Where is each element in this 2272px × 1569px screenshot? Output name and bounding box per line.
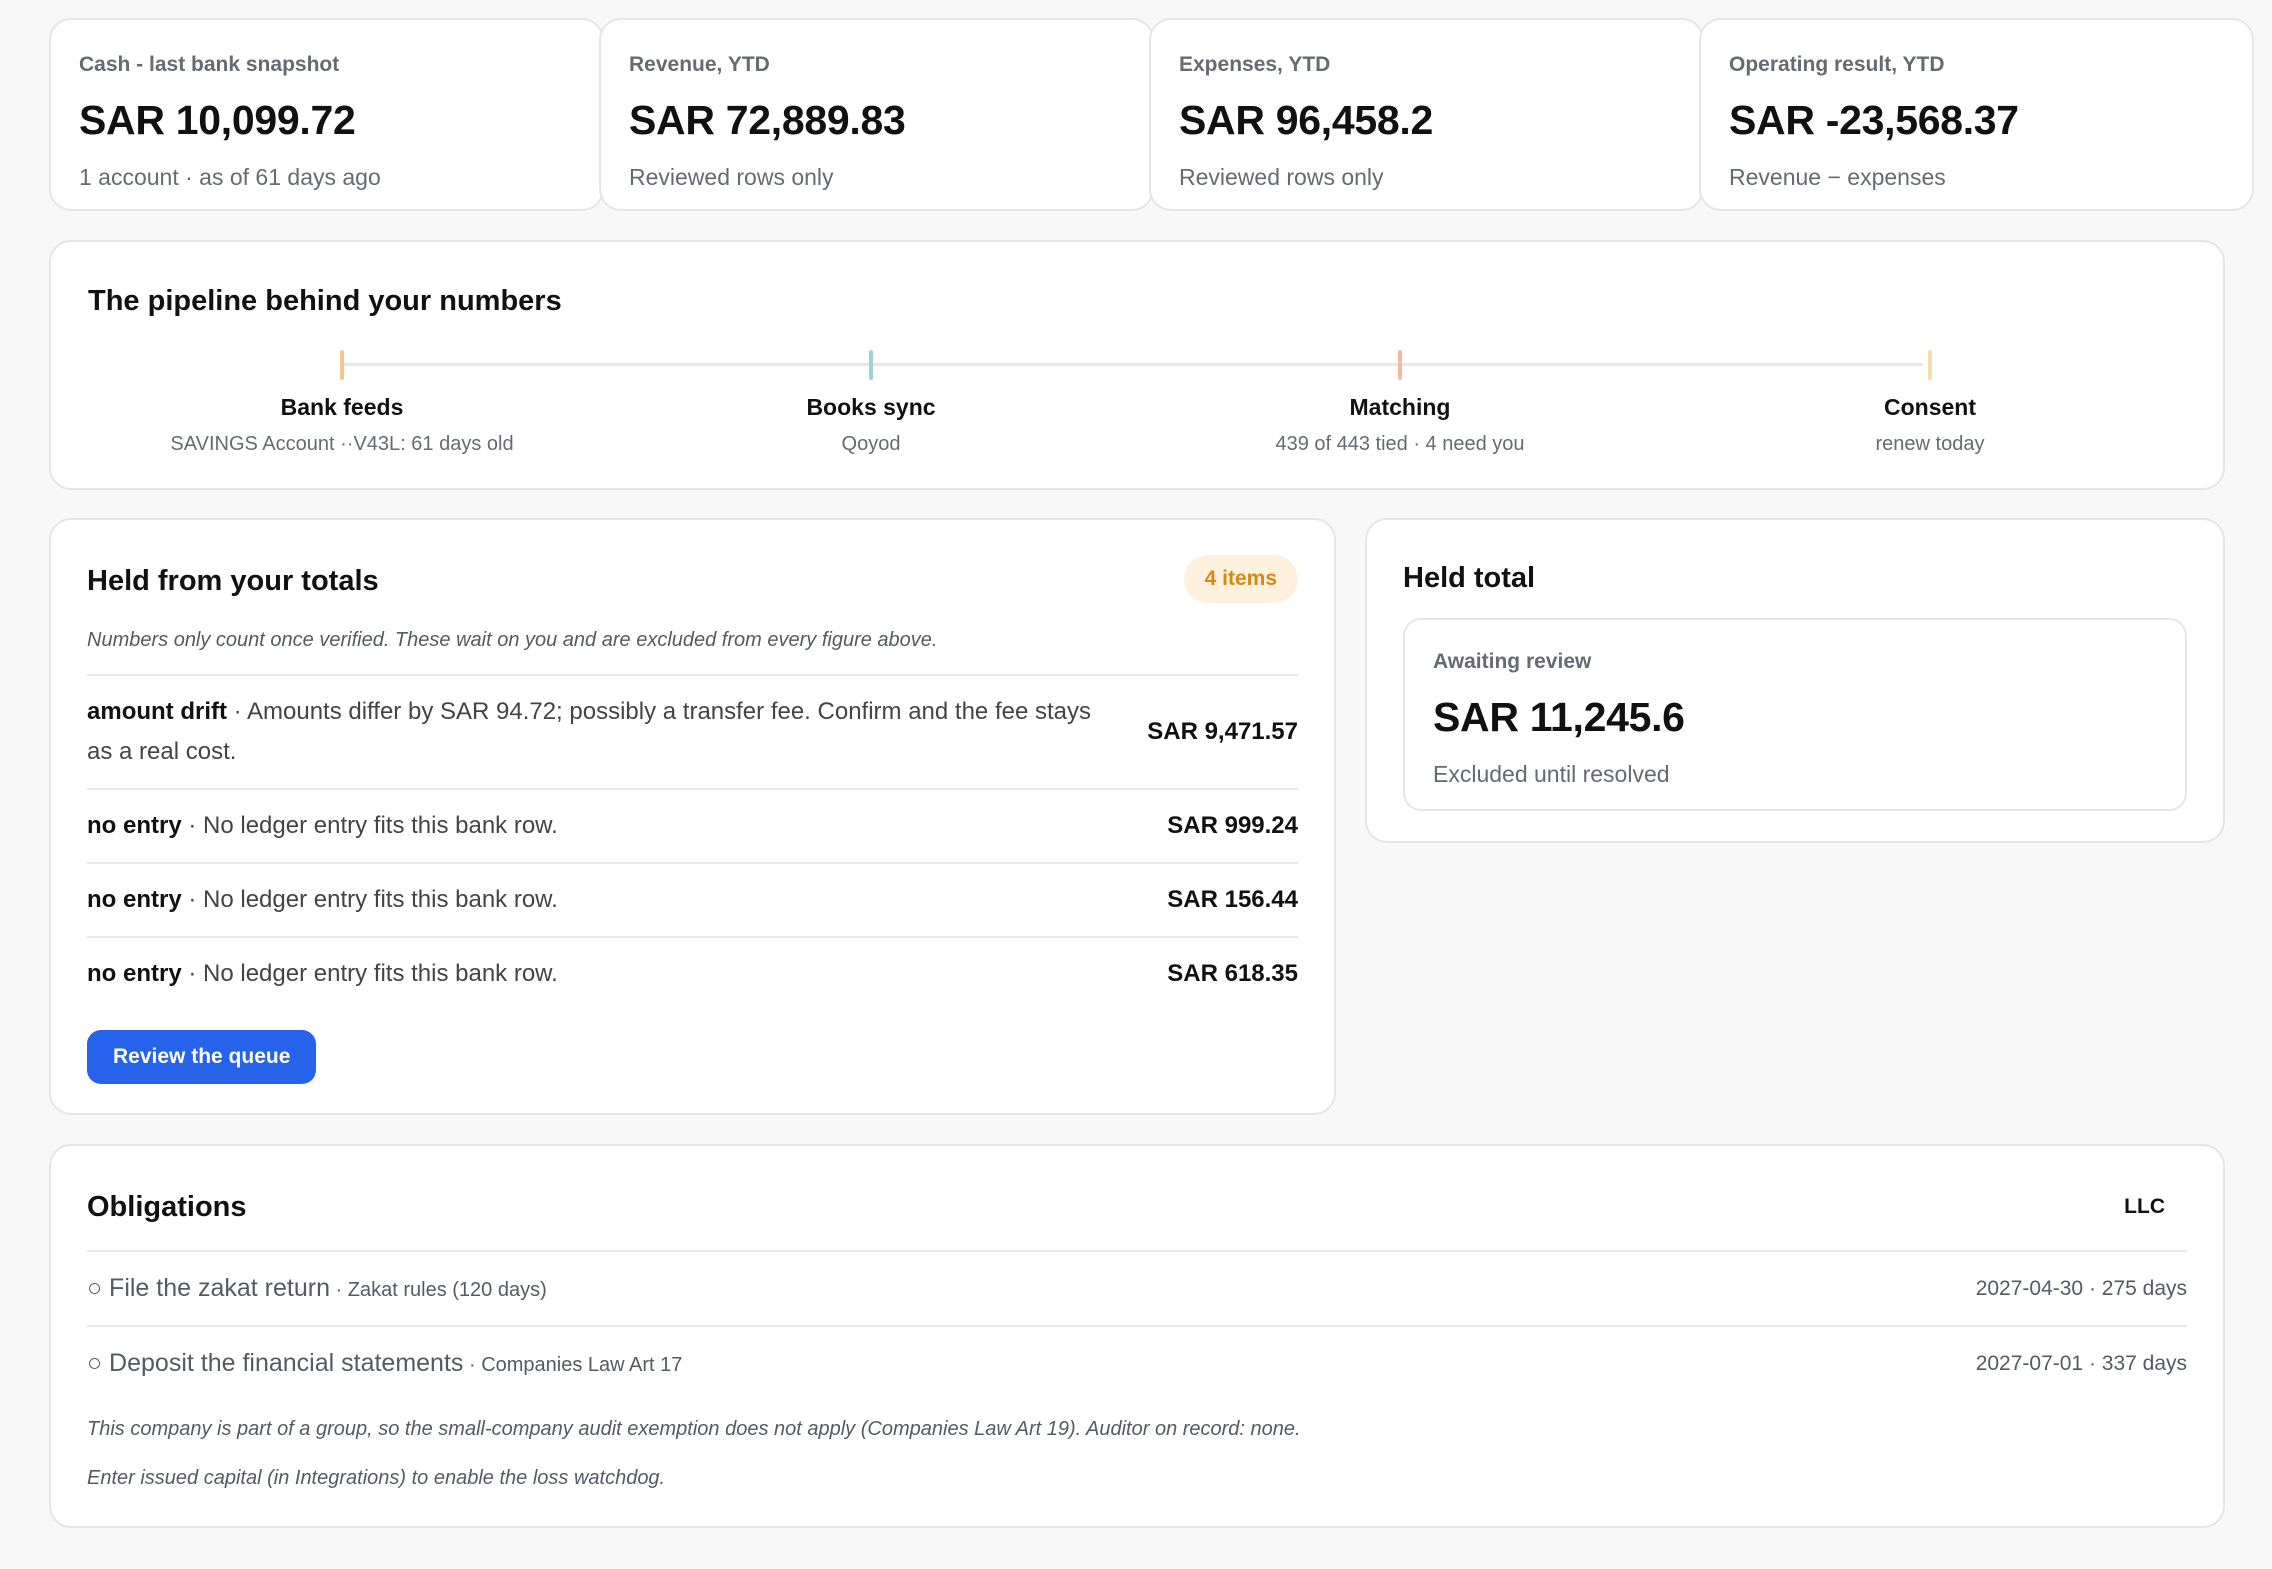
- pipeline-step-marker: [869, 350, 873, 380]
- held-row-amount: SAR 9,471.57: [1147, 718, 1298, 745]
- pipeline-step-name: Books sync: [806, 394, 936, 420]
- held-row-tag: no entry: [87, 960, 182, 987]
- pipeline-step-name: Consent: [1884, 394, 1976, 420]
- held-total-title: Held total: [1403, 562, 1536, 594]
- obligation-item[interactable]: ○ Deposit the financial statements · Com…: [87, 1325, 2187, 1400]
- held-row-description: No ledger entry fits this bank row.: [203, 960, 558, 987]
- entity-type-label: LLC: [2124, 1195, 2165, 1218]
- held-row[interactable]: no entry · No ledger entry fits this ban…: [87, 862, 1298, 936]
- obligation-reference: Companies Law Art 17: [481, 1354, 683, 1376]
- pipeline-step-desc: SAVINGS Account ··V43L: 61 days old: [170, 433, 514, 455]
- held-note: Numbers only count once verified. These …: [87, 629, 938, 651]
- held-row-text: no entry · No ledger entry fits this ban…: [87, 880, 558, 920]
- audit-exemption-note: This company is part of a group, so the …: [87, 1418, 1301, 1440]
- kpi-value: SAR 72,889.83: [629, 97, 906, 143]
- dashboard: Cash - last bank snapshot SAR 10,099.72 …: [0, 0, 2272, 1569]
- held-row-text: amount drift · Amounts differ by SAR 94.…: [87, 692, 1097, 772]
- held-items-card: Held from your totals 4 items Numbers on…: [49, 518, 1336, 1115]
- held-row-separator: ·: [181, 812, 204, 839]
- pipeline-step-bank-feeds: Bank feeds SAVINGS Account ··V43L: 61 da…: [132, 394, 552, 456]
- obligation-info: ○ File the zakat return · Zakat rules (1…: [87, 1274, 547, 1303]
- obligation-status-icon: ○: [87, 1274, 110, 1302]
- kpi-value: SAR -23,568.37: [1729, 97, 2019, 143]
- held-total-label: Awaiting review: [1433, 650, 1592, 673]
- obligation-separator: ·: [329, 1279, 348, 1301]
- kpi-label: Expenses, YTD: [1179, 53, 1331, 76]
- held-list: amount drift · Amounts differ by SAR 94.…: [87, 674, 1298, 1010]
- held-row[interactable]: no entry · No ledger entry fits this ban…: [87, 788, 1298, 862]
- kpi-subtext: 1 account · as of 61 days ago: [79, 164, 381, 190]
- obligation-status-icon: ○: [87, 1349, 110, 1377]
- pipeline-step-marker: [1398, 350, 1402, 380]
- held-row-separator: ·: [181, 960, 204, 987]
- kpi-label: Cash - last bank snapshot: [79, 53, 340, 76]
- held-row-tag: no entry: [87, 812, 182, 839]
- kpi-value: SAR 96,458.2: [1179, 97, 1433, 143]
- held-title: Held from your totals: [87, 565, 379, 597]
- kpi-card-cash: Cash - last bank snapshot SAR 10,099.72 …: [49, 18, 604, 211]
- held-total-value: SAR 11,245.6: [1433, 694, 1685, 740]
- pipeline-card: The pipeline behind your numbers Bank fe…: [49, 240, 2225, 490]
- held-row-tag: amount drift: [87, 698, 227, 725]
- kpi-subtext: Reviewed rows only: [1179, 164, 1384, 190]
- pipeline-step-desc: 439 of 443 tied · 4 need you: [1275, 433, 1525, 455]
- review-queue-button[interactable]: Review the queue: [87, 1030, 317, 1084]
- pipeline-step-marker: [1928, 350, 1932, 380]
- pipeline-step-consent: Consent renew today: [1720, 394, 2140, 456]
- held-row-amount: SAR 999.24: [1167, 812, 1298, 839]
- obligation-reference: Zakat rules (120 days): [347, 1279, 547, 1301]
- kpi-value: SAR 10,099.72: [79, 97, 356, 143]
- kpi-card-revenue: Revenue, YTD SAR 72,889.83 Reviewed rows…: [599, 18, 1154, 211]
- obligation-name: File the zakat return: [109, 1274, 330, 1302]
- held-row-separator: ·: [181, 886, 204, 913]
- held-total-subtext: Excluded until resolved: [1433, 761, 1670, 787]
- obligation-due: 2027-04-30 · 275 days: [1975, 1276, 2187, 1300]
- kpi-label: Revenue, YTD: [629, 53, 770, 76]
- obligation-due: 2027-07-01 · 337 days: [1975, 1351, 2187, 1375]
- held-row[interactable]: amount drift · Amounts differ by SAR 94.…: [87, 674, 1298, 788]
- kpi-label: Operating result, YTD: [1729, 53, 1945, 76]
- obligations-card: Obligations LLC ○ File the zakat return …: [49, 1144, 2225, 1528]
- obligation-info: ○ Deposit the financial statements · Com…: [87, 1349, 682, 1378]
- held-row[interactable]: no entry · No ledger entry fits this ban…: [87, 936, 1298, 1010]
- pipeline-step-name: Bank feeds: [280, 394, 404, 420]
- loss-watchdog-note: Enter issued capital (in Integrations) t…: [87, 1467, 666, 1489]
- held-row-tag: no entry: [87, 886, 182, 913]
- held-count-badge: 4 items: [1183, 555, 1298, 603]
- held-row-amount: SAR 156.44: [1167, 886, 1298, 913]
- obligations-list: ○ File the zakat return · Zakat rules (1…: [87, 1250, 2187, 1400]
- pipeline-step-books-sync: Books sync Qoyod: [661, 394, 1081, 456]
- held-row-description: No ledger entry fits this bank row.: [203, 812, 558, 839]
- held-row-amount: SAR 618.35: [1167, 960, 1298, 987]
- pipeline-track: [341, 363, 1923, 366]
- obligation-separator: ·: [463, 1354, 482, 1376]
- kpi-card-expenses: Expenses, YTD SAR 96,458.2 Reviewed rows…: [1149, 18, 1704, 211]
- kpi-card-operating-result: Operating result, YTD SAR -23,568.37 Rev…: [1699, 18, 2254, 211]
- held-row-description: No ledger entry fits this bank row.: [203, 886, 558, 913]
- pipeline-step-desc: renew today: [1875, 433, 1985, 455]
- held-row-text: no entry · No ledger entry fits this ban…: [87, 806, 558, 846]
- kpi-subtext: Revenue − expenses: [1729, 164, 1946, 190]
- held-row-text: no entry · No ledger entry fits this ban…: [87, 954, 558, 994]
- pipeline-title: The pipeline behind your numbers: [88, 285, 562, 317]
- pipeline-step-matching: Matching 439 of 443 tied · 4 need you: [1190, 394, 1610, 456]
- held-total-card: Held total Awaiting review SAR 11,245.6 …: [1365, 518, 2225, 843]
- pipeline-step-name: Matching: [1349, 394, 1451, 420]
- pipeline-step-marker: [340, 350, 344, 380]
- pipeline-step-desc: Qoyod: [841, 433, 901, 455]
- obligations-title: Obligations: [87, 1191, 247, 1223]
- kpi-subtext: Reviewed rows only: [629, 164, 834, 190]
- held-row-separator: ·: [226, 698, 247, 725]
- obligation-name: Deposit the financial statements: [109, 1349, 464, 1377]
- obligation-item[interactable]: ○ File the zakat return · Zakat rules (1…: [87, 1250, 2187, 1325]
- held-total-panel: Awaiting review SAR 11,245.6 Excluded un…: [1403, 618, 2187, 811]
